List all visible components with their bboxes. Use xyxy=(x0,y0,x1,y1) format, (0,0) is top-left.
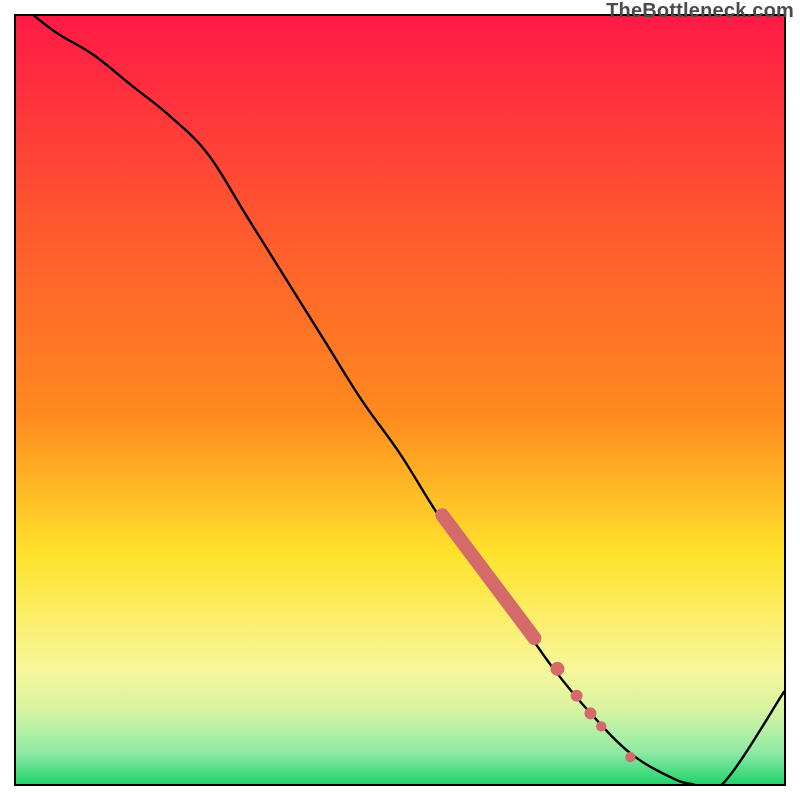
marker-dot xyxy=(571,690,583,702)
marker-dot xyxy=(625,752,635,762)
chart-container: TheBottleneck.com xyxy=(0,0,800,800)
chart-overlay xyxy=(16,16,784,784)
watermark-text: TheBottleneck.com xyxy=(606,0,794,23)
plot-area xyxy=(14,14,786,786)
marker-thick-segment xyxy=(442,515,534,638)
marker-dot xyxy=(550,662,564,676)
marker-dot xyxy=(596,721,606,731)
curve-line xyxy=(16,16,784,784)
marker-dot xyxy=(584,707,596,719)
